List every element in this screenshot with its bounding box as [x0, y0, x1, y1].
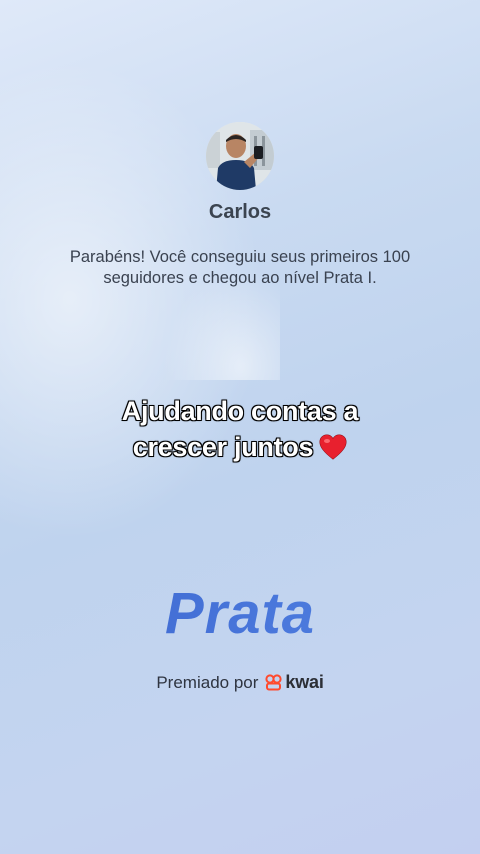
avatar[interactable]	[206, 122, 274, 190]
avatar-photo-icon	[206, 122, 274, 190]
caption-line-1: Ajudando contas a	[121, 395, 359, 426]
kwai-brand[interactable]: kwai	[265, 672, 324, 693]
video-caption: Ajudando contas a crescer juntos	[40, 393, 440, 465]
congratulation-message: Parabéns! Você conseguiu seus primeiros …	[69, 248, 411, 287]
caption-line-2-text: crescer juntos	[132, 431, 314, 462]
awarded-by: Premiado por kwai	[0, 672, 480, 693]
awarded-label: Premiado por	[156, 672, 259, 692]
tier-title: Prata	[0, 580, 480, 647]
red-heart-icon	[319, 434, 347, 460]
achievement-screen: Carlos Parabéns! Você conseguiu seus pri…	[0, 0, 480, 854]
user-name: Carlos	[208, 201, 272, 223]
kwai-logo-icon	[265, 674, 283, 691]
background-glow	[0, 40, 280, 560]
kwai-brand-name: kwai	[285, 672, 324, 692]
caption-line-2: crescer juntos	[40, 429, 440, 465]
